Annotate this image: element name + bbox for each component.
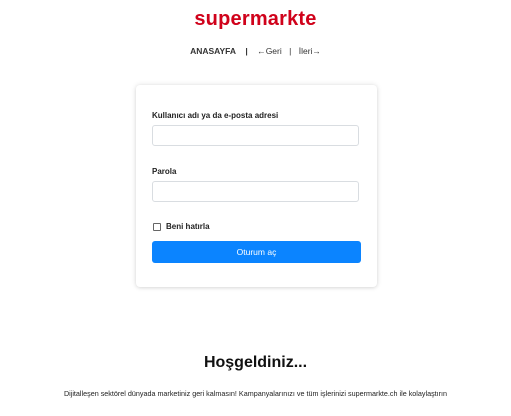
top-navigation: ANASAYFA | ←Geri | İleri→ [0,46,511,56]
login-card: Kullanıcı adı ya da e-posta adresi Parol… [136,85,377,287]
remember-label: Beni hatırla [166,222,210,231]
nav-home-link[interactable]: ANASAYFA [190,46,236,56]
nav-separator-2: | [289,46,292,56]
page: supermarkte ANASAYFA | ←Geri | İleri→ Ku… [0,0,511,416]
remember-me[interactable]: Beni hatırla [153,222,210,231]
nav-back-link[interactable]: ←Geri [257,46,282,56]
site-logo[interactable]: supermarkte [0,8,511,31]
nav-forward-link[interactable]: İleri→ [299,46,321,56]
password-label: Parola [152,167,177,176]
welcome-text: Dijitalleşen sektörel dünyada marketiniz… [63,389,448,398]
remember-checkbox[interactable] [153,222,161,231]
password-input[interactable] [152,181,359,202]
login-button[interactable]: Oturum aç [152,241,361,263]
nav-separator: | [245,46,248,56]
username-input[interactable] [152,125,359,146]
username-label: Kullanıcı adı ya da e-posta adresi [152,111,279,120]
welcome-title: Hoşgeldiniz... [203,354,308,371]
